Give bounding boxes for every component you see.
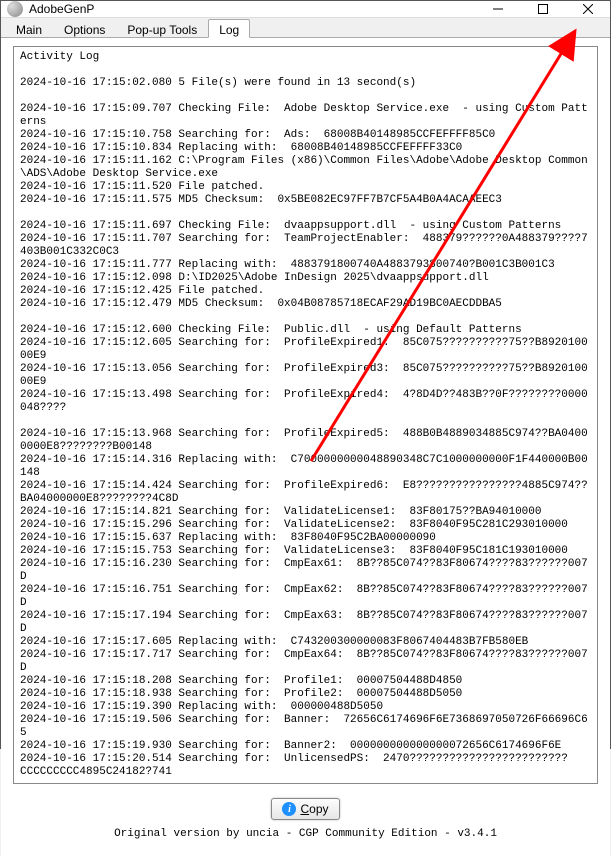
copy-button[interactable]: i Copy	[271, 798, 339, 820]
window-controls	[475, 1, 610, 17]
tab-options[interactable]: Options	[53, 19, 116, 38]
tab-content: Activity Log 2024-10-16 17:15:02.080 5 F…	[1, 38, 610, 856]
button-row: i Copy	[13, 784, 598, 828]
close-button[interactable]	[565, 1, 610, 17]
tab-popup-tools[interactable]: Pop-up Tools	[116, 19, 208, 38]
minimize-button[interactable]	[475, 1, 520, 17]
copy-button-label: Copy	[300, 802, 328, 816]
tab-strip: Main Options Pop-up Tools Log	[1, 18, 610, 38]
maximize-button[interactable]	[520, 1, 565, 17]
titlebar: AdobeGenP	[1, 1, 610, 18]
window-title: AdobeGenP	[29, 2, 475, 16]
footer-text: Original version by uncia - CGP Communit…	[13, 828, 598, 846]
activity-log-box[interactable]: Activity Log 2024-10-16 17:15:02.080 5 F…	[13, 46, 598, 784]
app-window: AdobeGenP Main Options Pop-up Tools Log …	[0, 0, 611, 749]
tab-log[interactable]: Log	[208, 19, 250, 38]
activity-log-text: Activity Log 2024-10-16 17:15:02.080 5 F…	[20, 51, 591, 779]
tab-main[interactable]: Main	[5, 19, 53, 38]
app-icon	[7, 1, 23, 17]
info-icon: i	[282, 802, 296, 816]
